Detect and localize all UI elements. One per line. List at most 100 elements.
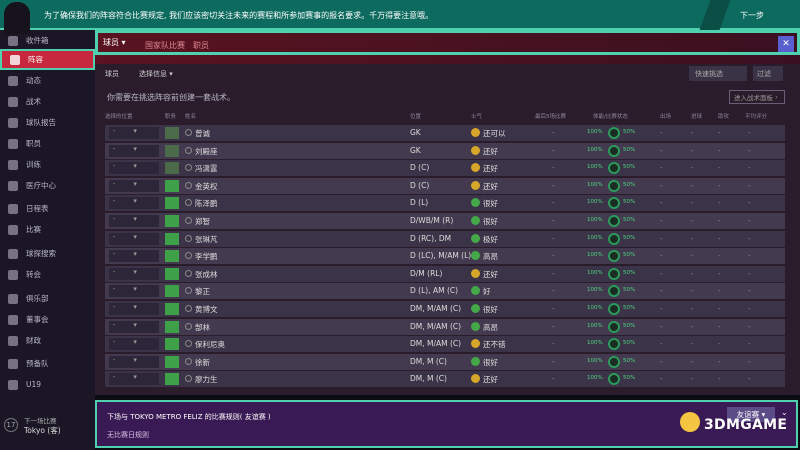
close-icon[interactable]: ✕ — [778, 36, 794, 52]
sidebar-item-matches[interactable]: 比赛 — [0, 219, 95, 240]
info-icon[interactable] — [185, 181, 192, 189]
table-row[interactable]: - ▾ 黎正 D (L), AM (C) 好 - 100% 50% - - - - — [105, 283, 785, 300]
player-name[interactable]: 金英权 — [195, 181, 218, 192]
next-match[interactable]: 17 下一场比赛 Tokyo (客) — [4, 410, 94, 440]
table-row[interactable]: - ▾ 金英权 D (C) 还好 - 100% 50% - - - - — [105, 177, 785, 194]
info-icon[interactable] — [185, 129, 192, 136]
col-name[interactable]: 姓名 — [185, 112, 196, 120]
sidebar-item-medical[interactable]: 医疗中心 — [0, 175, 95, 196]
player-name[interactable]: 曾诚 — [195, 128, 210, 139]
player-name[interactable]: 郜林 — [195, 322, 210, 333]
info-icon[interactable] — [185, 375, 192, 383]
position-select[interactable]: - ▾ — [109, 267, 159, 280]
sidebar-item-board[interactable]: 董事会 — [0, 309, 95, 330]
sidebar-item-finances[interactable]: 财政 — [0, 330, 95, 351]
player-position: DM, M/AM (C) — [410, 339, 462, 349]
info-icon[interactable] — [185, 287, 192, 295]
col-last5[interactable]: 最后5场比赛 — [535, 112, 566, 120]
sidebar-item-tactics[interactable]: 战术 — [0, 91, 95, 112]
sidebar-item-team-report[interactable]: 球队报告 — [0, 112, 95, 133]
position-select[interactable]: - ▾ — [109, 320, 159, 333]
col-condition[interactable]: 体能/比赛状态 — [593, 112, 628, 120]
next-step-button[interactable]: 下一步 — [740, 10, 764, 21]
position-select[interactable]: - ▾ — [109, 303, 159, 315]
table-row[interactable]: - ▾ 曾诚 GK 还可以 - 100% 50% - - - - — [105, 125, 785, 141]
position-select[interactable]: - ▾ — [109, 338, 159, 351]
info-icon[interactable] — [185, 146, 192, 154]
table-row[interactable]: - ▾ 张成林 D/M (RL) 还好 - 100% 50% - - - - — [105, 265, 785, 282]
position-select[interactable]: - ▾ — [109, 215, 159, 227]
players-view-label[interactable]: 球员 — [105, 69, 119, 79]
col-apps[interactable]: 出场 — [660, 112, 671, 120]
player-name[interactable]: 保利尼奥 — [195, 339, 225, 350]
quick-pick-button[interactable]: 快速挑选 — [689, 66, 747, 81]
table-row[interactable]: - ▾ 张琳芃 D (RC), DM 极好 - 100% 50% - - - - — [105, 230, 785, 247]
rating: - — [748, 198, 751, 208]
info-icon[interactable] — [185, 164, 192, 172]
position-select[interactable]: - ▾ — [109, 250, 159, 263]
position-select[interactable]: - ▾ — [109, 232, 159, 245]
position-select[interactable]: - ▾ — [109, 127, 159, 139]
player-name[interactable]: 张琳芃 — [195, 234, 218, 245]
player-name[interactable]: 刘殿座 — [195, 146, 218, 157]
table-row[interactable]: - ▾ 冯潇霆 D (C) 还好 - 100% 50% - - - - — [105, 160, 785, 177]
table-row[interactable]: - ▾ 廖力生 DM, M (C) 还好 - 100% 50% - - - - — [105, 371, 785, 388]
sidebar-item-u19[interactable]: U19 — [0, 374, 95, 395]
info-icon[interactable] — [185, 340, 192, 348]
position-select[interactable]: - ▾ — [109, 285, 159, 298]
position-select[interactable]: - ▾ — [109, 162, 159, 175]
table-row[interactable]: - ▾ 徐新 DM, M (C) 很好 - 100% 50% - - - - — [105, 353, 785, 370]
player-name[interactable]: 李学鹏 — [195, 251, 218, 262]
add-tactic-button[interactable]: 进入战术面板 › — [729, 90, 785, 104]
player-name[interactable]: 黄博文 — [195, 304, 218, 315]
sidebar-item-reserves[interactable]: 预备队 — [0, 353, 95, 374]
player-name[interactable]: 张成林 — [195, 269, 218, 280]
sidebar-item-club[interactable]: 俱乐部 — [0, 288, 95, 309]
position-select[interactable]: - ▾ — [109, 197, 159, 210]
sidebar-item-squad[interactable]: 阵容 — [0, 49, 95, 70]
position-select[interactable]: - ▾ — [109, 373, 159, 386]
player-name[interactable]: 陈泽鹏 — [195, 198, 218, 209]
table-row[interactable]: - ▾ 保利尼奥 DM, M/AM (C) 还不错 - 100% 50% - - - - — [105, 336, 785, 353]
table-row[interactable]: - ▾ 李学鹏 D (LC), M/AM (L) 高昂 - 100% 50% - - - - — [105, 248, 785, 265]
sidebar-item-staff[interactable]: 职员 — [0, 133, 95, 154]
player-name[interactable]: 冯潇霆 — [195, 163, 218, 174]
sidebar-item-training[interactable]: 训练 — [0, 154, 95, 175]
info-icon[interactable] — [185, 217, 192, 224]
info-icon[interactable] — [185, 322, 192, 330]
info-icon[interactable] — [185, 252, 192, 260]
info-icon[interactable] — [185, 234, 192, 242]
sidebar-item-scouting[interactable]: 球探搜索 — [0, 243, 95, 264]
col-role[interactable]: 职务 — [165, 112, 176, 120]
info-icon[interactable] — [185, 199, 192, 207]
col-rating[interactable]: 平均评分 — [745, 112, 767, 120]
sidebar-item-schedule[interactable]: 日程表 — [0, 198, 95, 219]
info-icon[interactable] — [185, 357, 192, 365]
info-icon[interactable] — [185, 305, 192, 312]
sidebar-item-dynamics[interactable]: 动态 — [0, 70, 95, 91]
player-name[interactable]: 黎正 — [195, 286, 210, 297]
col-position[interactable]: 位置 — [410, 112, 421, 120]
position-select[interactable]: - ▾ — [109, 179, 159, 192]
position-select[interactable]: - ▾ — [109, 144, 159, 157]
filter-button[interactable]: 过滤 — [753, 66, 783, 81]
tab-staff[interactable]: 职员 — [193, 40, 209, 51]
info-icon[interactable] — [185, 269, 192, 277]
table-row[interactable]: - ▾ 陈泽鹏 D (L) 很好 - 100% 50% - - - - — [105, 195, 785, 212]
table-row[interactable]: - ▾ 郑智 D/WB/M (R) 很好 - 100% 50% - - - - — [105, 213, 785, 229]
tab-national[interactable]: 国家队比赛 — [145, 40, 185, 51]
col-morale[interactable]: 士气 — [471, 112, 482, 120]
player-name[interactable]: 廖力生 — [195, 374, 218, 385]
sidebar-item-transfers[interactable]: 转会 — [0, 264, 95, 285]
table-row[interactable]: - ▾ 郜林 DM, M/AM (C) 高昂 - 100% 50% - - - - — [105, 318, 785, 335]
position-select[interactable]: - ▾ — [109, 355, 159, 368]
select-info-dropdown[interactable]: 选择信息 ▾ — [129, 69, 173, 79]
col-assists[interactable]: 助攻 — [718, 112, 729, 120]
player-name[interactable]: 郑智 — [195, 216, 210, 227]
col-selected-position[interactable]: 选择的位置 — [105, 112, 133, 120]
col-goals[interactable]: 进球 — [691, 112, 702, 120]
player-name[interactable]: 徐新 — [195, 357, 210, 368]
table-row[interactable]: - ▾ 黄博文 DM, M/AM (C) 很好 - 100% 50% - - - - — [105, 301, 785, 317]
collapse-chevron-icon[interactable]: ⌄ — [781, 408, 788, 417]
table-row[interactable]: - ▾ 刘殿座 GK 还好 - 100% 50% - - - - — [105, 142, 785, 159]
